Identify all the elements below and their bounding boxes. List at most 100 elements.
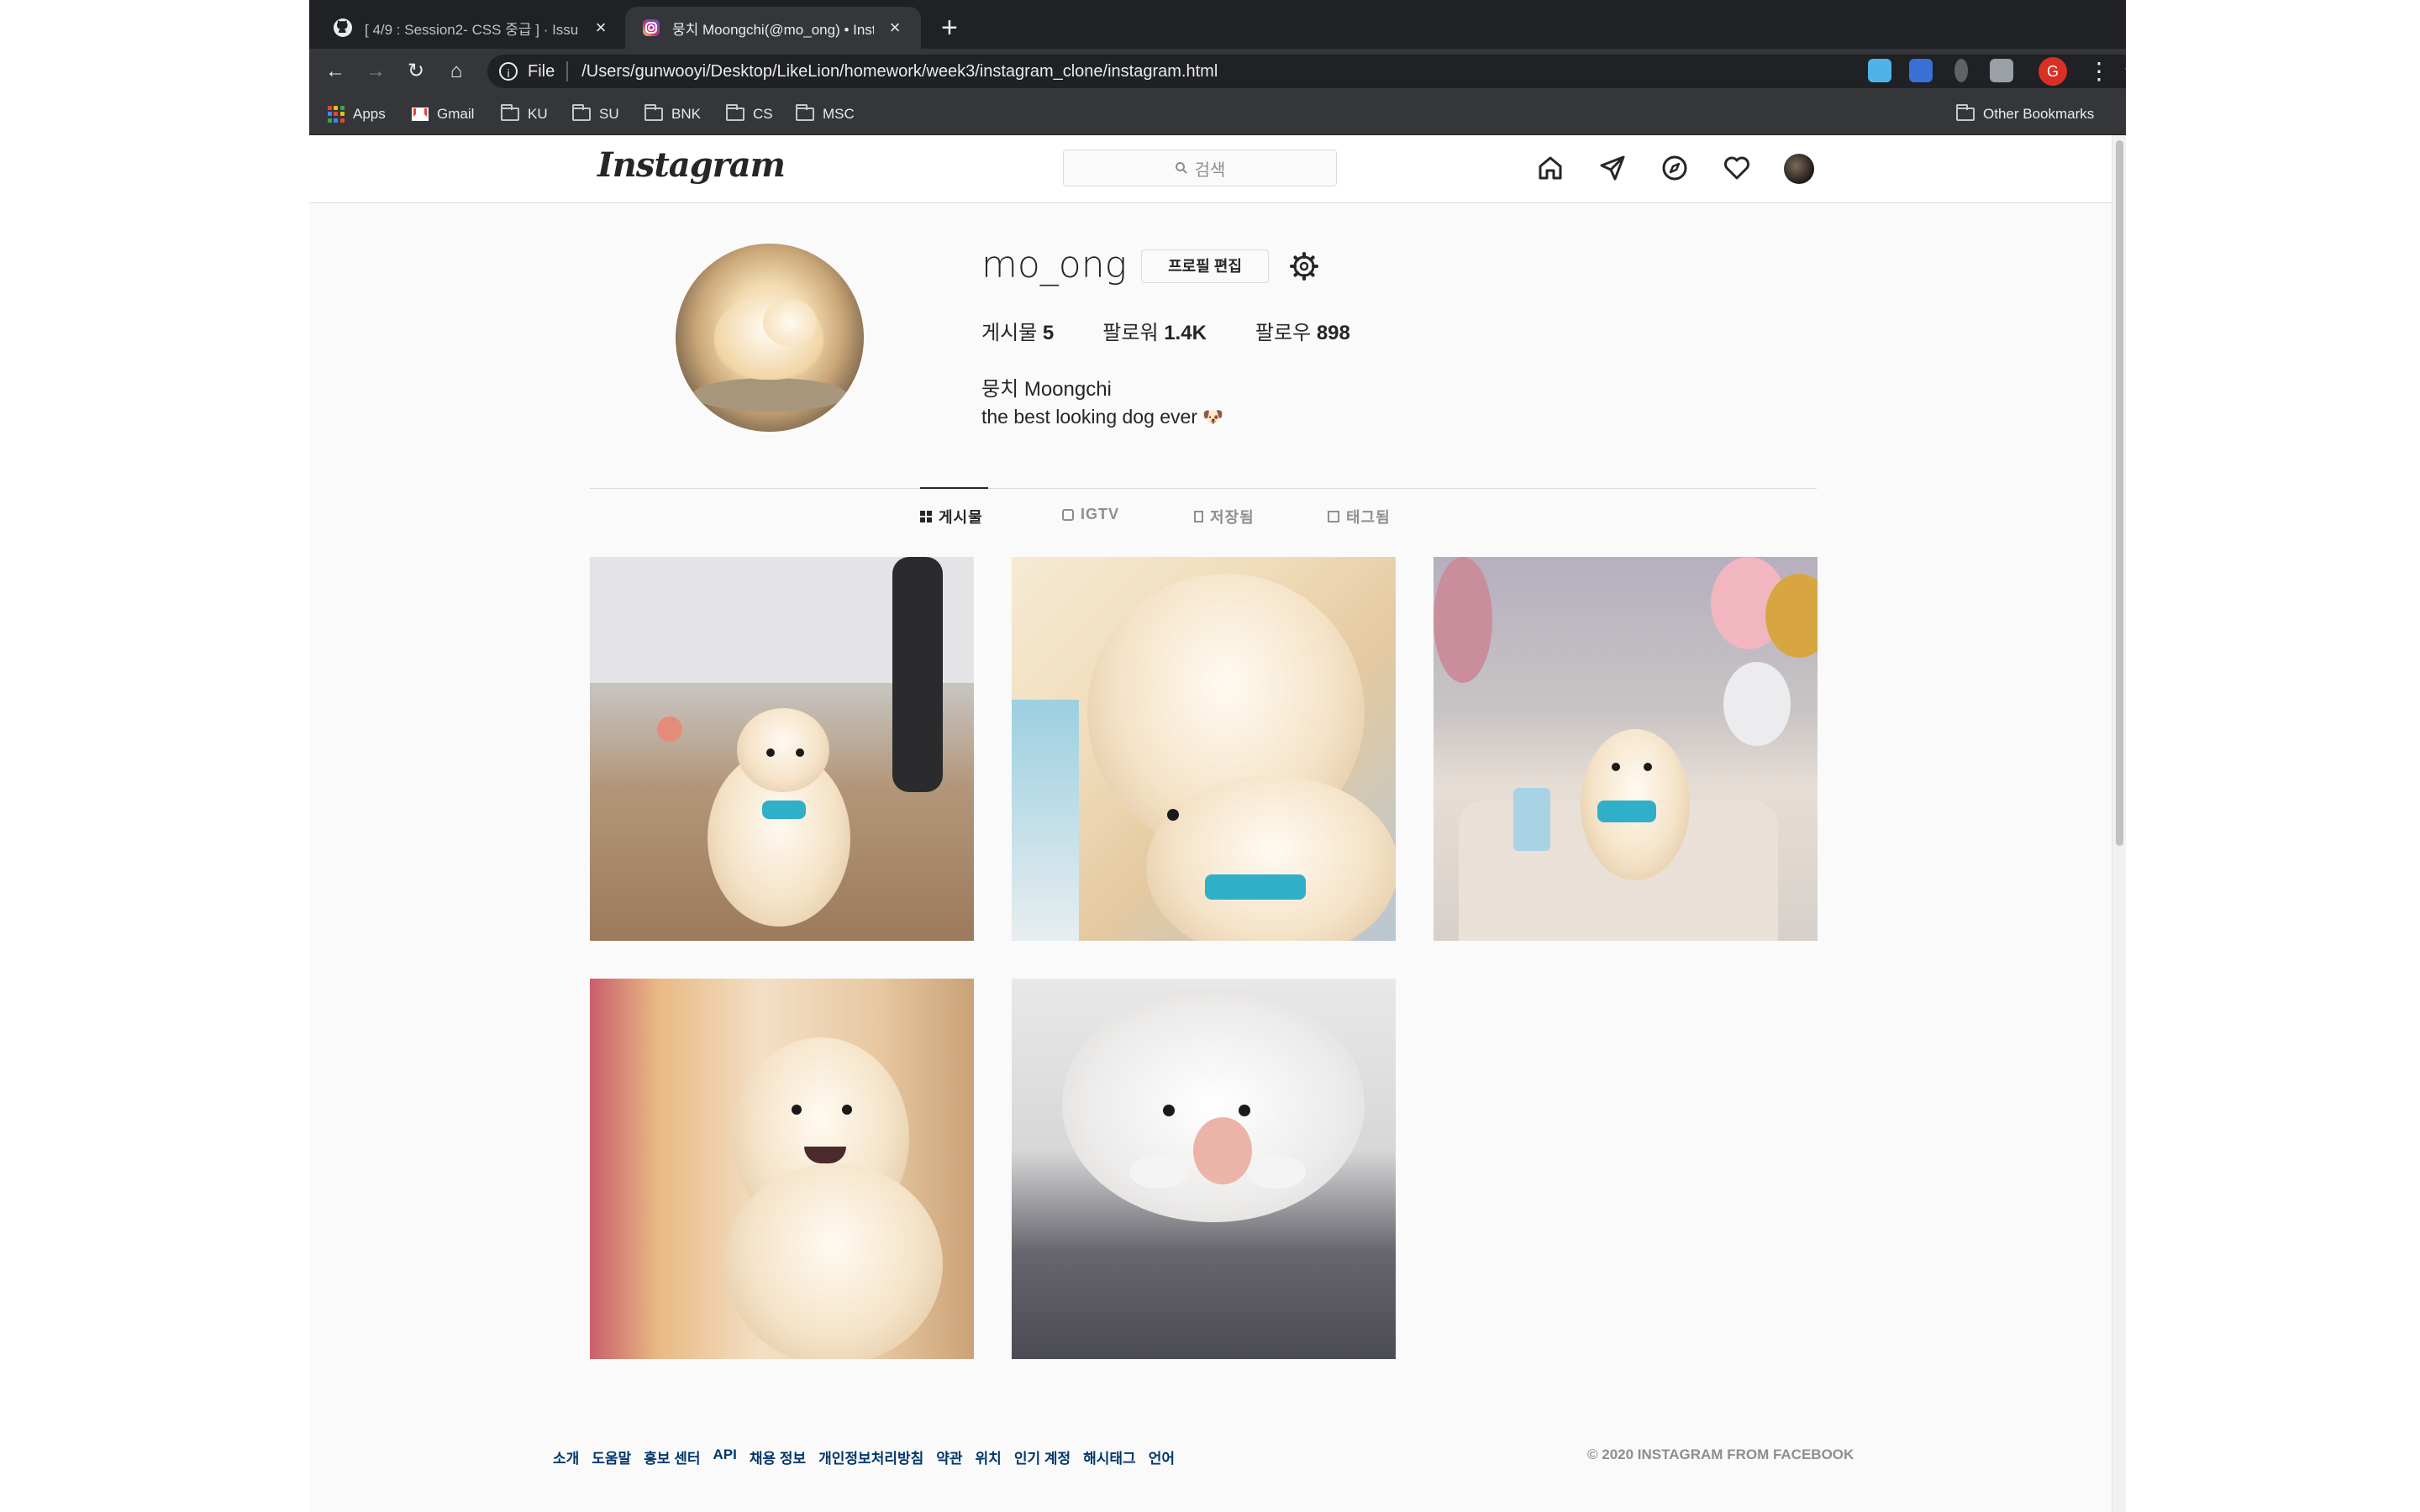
search-icon [1175,162,1187,174]
home-icon[interactable] [1536,154,1565,182]
footer-link[interactable]: 채용 정보 [750,1446,806,1467]
url-text[interactable]: /Users/gunwooyi/Desktop/LikeLion/homewor… [581,62,1218,81]
bookmark-label: MSC [823,106,855,122]
chrome-menu-icon[interactable]: ⋮ [2087,57,2111,86]
other-bookmarks[interactable]: Other Bookmarks [1956,104,2094,124]
stat-following[interactable]: 팔로우 898 [1255,316,1350,345]
stat-value: 5 [1042,322,1055,344]
stat-label: 팔로워 [1102,322,1159,344]
stat-label: 게시물 [981,322,1038,344]
footer-link[interactable]: 언어 [1149,1446,1175,1467]
footer-link[interactable]: 위치 [976,1446,1002,1467]
github-icon [334,18,352,37]
extension-cloud-icon[interactable] [1868,59,1891,82]
chrome-profile-avatar[interactable]: G [2039,57,2067,86]
apps-grid-icon [328,106,345,123]
tab-posts[interactable]: 게시물 [920,506,983,528]
bookmarks-bar: Apps Gmail KU SU BNK CS MSC Other Bookma… [309,94,2126,135]
post-thumbnail[interactable] [590,979,974,1359]
bookmark-label: SU [599,106,619,122]
instagram-logo[interactable]: Instagram [597,145,786,185]
profile-divider [590,488,1817,489]
bookmark-gmail[interactable]: Gmail [412,104,474,124]
reload-icon[interactable]: ↻ [403,59,429,84]
stat-followers[interactable]: 팔로워 1.4K [1102,316,1207,345]
close-tab-icon[interactable]: × [592,17,610,39]
stat-posts[interactable]: 게시물 5 [981,316,1054,345]
tab-saved[interactable]: 저장됨 [1194,506,1255,528]
extension-tool-icon[interactable] [1954,59,1968,82]
footer-link[interactable]: 약관 [936,1446,962,1467]
close-tab-icon[interactable]: × [886,17,904,39]
tab-label: 태그됨 [1346,509,1391,526]
search-placeholder: 검색 [1194,160,1226,180]
tab-igtv[interactable]: IGTV [1062,506,1119,523]
profile-full-name: 뭉치 Moongchi [981,378,1112,401]
browser-window: [ 4/9 : Session2- CSS 중급 ] · Issu × 뭉치 M… [309,0,2126,1512]
folder-icon [726,104,744,121]
grid-icon [920,511,932,522]
bookmark-cs[interactable]: CS [726,104,773,124]
footer-link[interactable]: 인기 계정 [1014,1446,1071,1467]
footer-link[interactable]: 해시태그 [1083,1446,1136,1467]
tab-title: [ 4/9 : Session2- CSS 중급 ] · Issu [365,21,579,38]
footer-links: 소개 도움말 홍보 센터 API 채용 정보 개인정보처리방침 약관 위치 인기… [553,1446,1175,1467]
igtv-icon [1062,508,1074,521]
folder-icon [572,104,591,121]
tab-tagged[interactable]: 태그됨 [1328,506,1391,528]
search-input[interactable]: 검색 [1063,150,1337,186]
bookmark-label: CS [753,106,773,122]
profile-avatar[interactable] [1784,154,1814,184]
settings-gear-icon[interactable] [1289,251,1319,281]
extension-translate-icon[interactable] [1909,59,1933,82]
bookmark-ku[interactable]: KU [501,104,548,124]
stat-value: 1.4K [1164,322,1207,344]
tab-label: IGTV [1081,506,1120,522]
post-thumbnail[interactable] [590,557,974,941]
folder-icon [796,104,814,121]
footer-link[interactable]: 소개 [553,1446,579,1467]
footer-link[interactable]: 홍보 센터 [644,1446,700,1467]
explore-icon[interactable] [1660,154,1689,182]
bookmark-label: Gmail [437,106,475,122]
bookmark-su[interactable]: SU [572,104,619,124]
edit-profile-button[interactable]: 프로필 편집 [1141,249,1269,283]
avatar-photo-mat [692,378,847,412]
bookmark-bnk[interactable]: BNK [644,104,701,124]
bookmark-msc[interactable]: MSC [796,104,855,124]
stat-label: 팔로우 [1255,322,1312,344]
tab-github-issue[interactable]: [ 4/9 : Session2- CSS 중급 ] · Issu × [316,7,627,49]
scrollbar-thumb[interactable] [2116,140,2123,846]
back-icon[interactable]: ← [323,59,348,84]
bio-text: the best looking dog ever [981,406,1198,428]
page-scrollbar[interactable] [2112,135,2126,1512]
post-thumbnail[interactable] [1012,979,1396,1359]
extension-camera-icon[interactable] [1990,59,2013,82]
new-tab-button[interactable]: + [941,8,958,47]
avatar-photo-face [763,299,817,346]
site-info-icon[interactable]: i [499,62,518,81]
post-thumbnail[interactable] [1434,557,1818,941]
bookmark-label: Other Bookmarks [1983,106,2095,122]
profile-avatar-large[interactable] [676,244,864,432]
tag-icon [1328,511,1339,522]
bookmark-label: KU [528,106,548,122]
folder-icon [644,104,663,121]
post-thumbnail[interactable] [1012,557,1396,941]
footer-link[interactable]: 개인정보처리방침 [818,1446,923,1467]
profile-stats: 게시물 5 팔로워 1.4K 팔로우 898 [981,316,1350,345]
heart-icon[interactable] [1723,154,1751,182]
footer-link[interactable]: API [713,1446,737,1467]
copyright: © 2020 INSTAGRAM FROM FACEBOOK [1587,1446,1854,1462]
tab-instagram[interactable]: 뭉치 Moongchi(@mo_ong) • Insta × [625,7,921,49]
footer-link[interactable]: 도움말 [592,1446,631,1467]
home-icon-chrome[interactable]: ⌂ [444,59,469,84]
bookmark-star-icon[interactable]: ☆ [2123,58,2126,85]
direct-icon[interactable] [1598,154,1627,182]
forward-icon[interactable]: → [363,59,388,84]
tab-bar: [ 4/9 : Session2- CSS 중급 ] · Issu × 뭉치 M… [309,0,2126,49]
tab-label: 게시물 [939,509,983,526]
bookmark-apps[interactable]: Apps [328,104,386,124]
dog-emoji-icon: 🐶 [1202,408,1223,427]
tab-label: 저장됨 [1210,509,1255,526]
